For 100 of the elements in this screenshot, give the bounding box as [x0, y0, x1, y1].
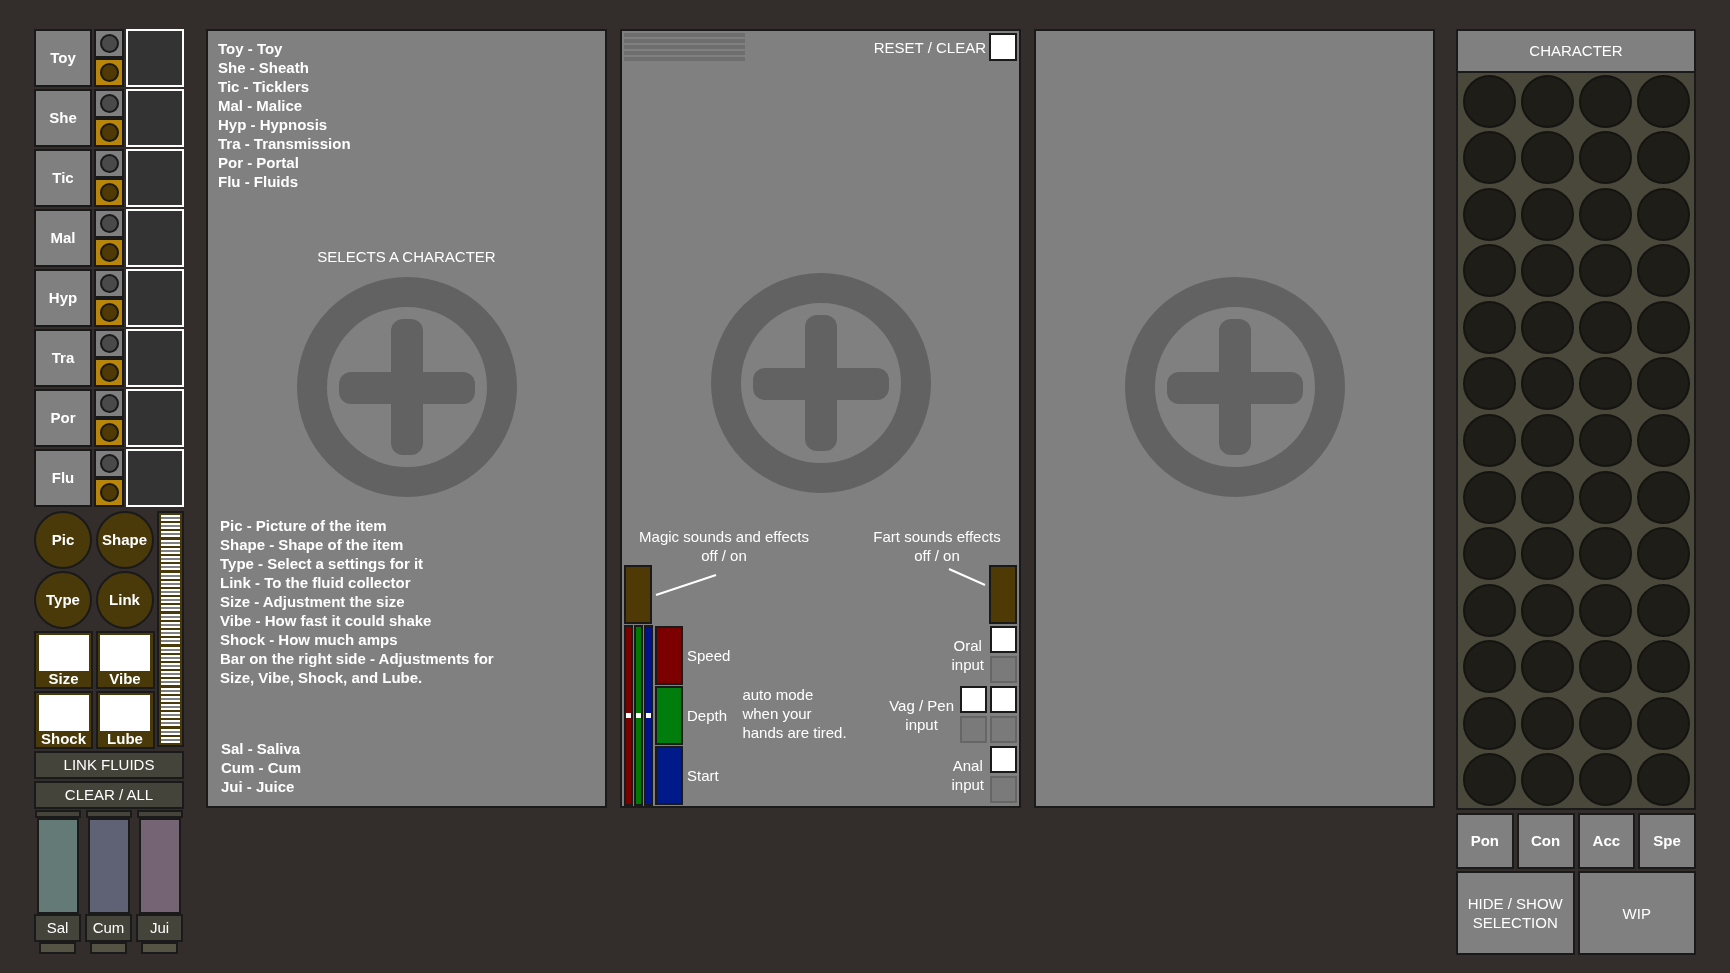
setting-button[interactable]: Size — [34, 631, 93, 689]
fart-toggle[interactable] — [989, 565, 1017, 624]
legend-line: Hyp - Hypnosis — [218, 115, 328, 134]
slider-thumb[interactable] — [626, 712, 631, 718]
mode-label: Depth — [687, 705, 728, 725]
slider-track[interactable] — [624, 625, 633, 806]
item-slot[interactable] — [126, 209, 184, 267]
reset-checkbox[interactable] — [989, 33, 1017, 61]
character-slot[interactable] — [1578, 74, 1632, 128]
slider-track[interactable] — [644, 625, 653, 806]
toggle-button[interactable] — [94, 329, 124, 358]
fluid-foot — [141, 942, 178, 954]
toggle-button[interactable] — [94, 389, 124, 418]
checkbox[interactable] — [960, 686, 987, 713]
category-tab[interactable]: Spe — [1638, 813, 1696, 869]
category-tab[interactable]: Acc — [1577, 813, 1636, 869]
fluid-cap — [34, 810, 81, 818]
toggle-button[interactable] — [94, 418, 124, 447]
category-button[interactable]: Tra — [34, 329, 92, 387]
item-slot[interactable] — [126, 149, 184, 207]
category-button[interactable]: She — [34, 89, 92, 147]
magic-toggle[interactable] — [624, 565, 652, 624]
add-character-icon[interactable] — [296, 277, 517, 497]
slider-thumb[interactable] — [636, 712, 641, 718]
toggle-button[interactable] — [94, 118, 124, 147]
fluid-button[interactable]: Sal — [34, 914, 81, 942]
round-button[interactable]: Link — [95, 571, 154, 629]
toggle-button[interactable] — [94, 298, 124, 327]
item-slot[interactable] — [126, 89, 184, 147]
adjustment-bar[interactable] — [157, 511, 184, 747]
character-slot[interactable] — [1462, 74, 1516, 128]
item-slot[interactable] — [126, 389, 184, 447]
category-button[interactable]: Por — [34, 389, 92, 447]
category-button[interactable]: Mal — [34, 209, 92, 267]
category-tab[interactable]: Pon — [1456, 813, 1514, 869]
action-button[interactable]: LINK FLUIDS — [34, 751, 184, 779]
category-button[interactable]: Tic — [34, 149, 92, 207]
character-slot[interactable] — [1520, 414, 1574, 467]
item-slot[interactable] — [126, 29, 184, 87]
item-slot[interactable] — [126, 329, 184, 387]
character-slot[interactable] — [1520, 74, 1574, 128]
fluid-button[interactable]: Cum — [85, 914, 132, 942]
panel-button[interactable]: HIDE / SHOW SELECTION — [1456, 871, 1575, 955]
round-button[interactable]: Pic — [34, 511, 92, 569]
toggle-button[interactable] — [94, 478, 124, 507]
character-slot[interactable] — [1636, 74, 1690, 128]
toggle-button[interactable] — [94, 358, 124, 387]
fluid-button[interactable]: Jui — [136, 914, 183, 942]
slider-thumb[interactable] — [646, 712, 651, 718]
checkbox[interactable] — [990, 626, 1017, 653]
category-button[interactable]: Flu — [34, 449, 92, 507]
character-slot[interactable] — [1636, 414, 1690, 467]
character-slot[interactable] — [1462, 414, 1516, 467]
add-character-icon[interactable] — [710, 273, 931, 493]
auto-mode-note: auto mode when your hands are tired. — [742, 685, 847, 742]
panel-button[interactable]: WIP — [1577, 871, 1696, 955]
character-slot[interactable] — [1578, 414, 1632, 467]
checkbox[interactable] — [990, 746, 1017, 773]
toggle-button[interactable] — [94, 178, 124, 207]
fluid-foot — [90, 942, 127, 954]
help-line: Size - Adjustment the size — [220, 592, 405, 611]
setting-button[interactable]: Vibe — [95, 631, 155, 689]
character-slot[interactable] — [1578, 753, 1632, 807]
category-button[interactable]: Toy — [34, 29, 92, 87]
toggle-button[interactable] — [94, 149, 124, 178]
category-tab[interactable]: Con — [1516, 813, 1575, 869]
round-button[interactable]: Shape — [95, 511, 154, 569]
slider-track[interactable] — [634, 625, 643, 806]
item-slot[interactable] — [126, 269, 184, 327]
character-slot[interactable] — [1520, 753, 1574, 807]
toggle-button[interactable] — [94, 269, 124, 298]
mode-label: Speed — [687, 645, 731, 665]
toggle-button[interactable] — [94, 449, 124, 478]
character-slot[interactable] — [1636, 753, 1690, 807]
item-slot[interactable] — [126, 449, 184, 507]
checkbox[interactable] — [990, 686, 1017, 713]
round-button[interactable]: Type — [34, 571, 92, 629]
action-button[interactable]: CLEAR / ALL — [34, 781, 184, 809]
character-slot[interactable] — [1462, 753, 1516, 807]
fluid-cap — [85, 810, 132, 818]
add-character-icon[interactable] — [1124, 277, 1345, 497]
toggle-hint: off / on — [701, 546, 747, 565]
legend-line: Jui - Juice — [221, 777, 295, 796]
setting-button[interactable]: Lube — [95, 691, 155, 749]
toggle-title: Magic sounds and effects — [639, 527, 809, 546]
toggle-button[interactable] — [94, 209, 124, 238]
mode-button[interactable] — [655, 685, 683, 745]
help-line: Vibe - How fast it could shake — [220, 611, 432, 630]
mode-button[interactable] — [655, 625, 683, 685]
help-line: Link - To the fluid collector — [220, 573, 411, 592]
setting-button[interactable]: Shock — [34, 691, 93, 749]
legend-line: Mal - Malice — [218, 96, 303, 115]
category-button[interactable]: Hyp — [34, 269, 92, 327]
toggle-button[interactable] — [94, 89, 124, 118]
toggle-button[interactable] — [94, 58, 124, 87]
toggle-button[interactable] — [94, 29, 124, 58]
legend-line: Flu - Fluids — [218, 172, 298, 191]
toggle-button[interactable] — [94, 238, 124, 267]
help-line: Size, Vibe, Shock, and Lube. — [220, 668, 423, 687]
legend-line: Cum - Cum — [221, 758, 301, 777]
